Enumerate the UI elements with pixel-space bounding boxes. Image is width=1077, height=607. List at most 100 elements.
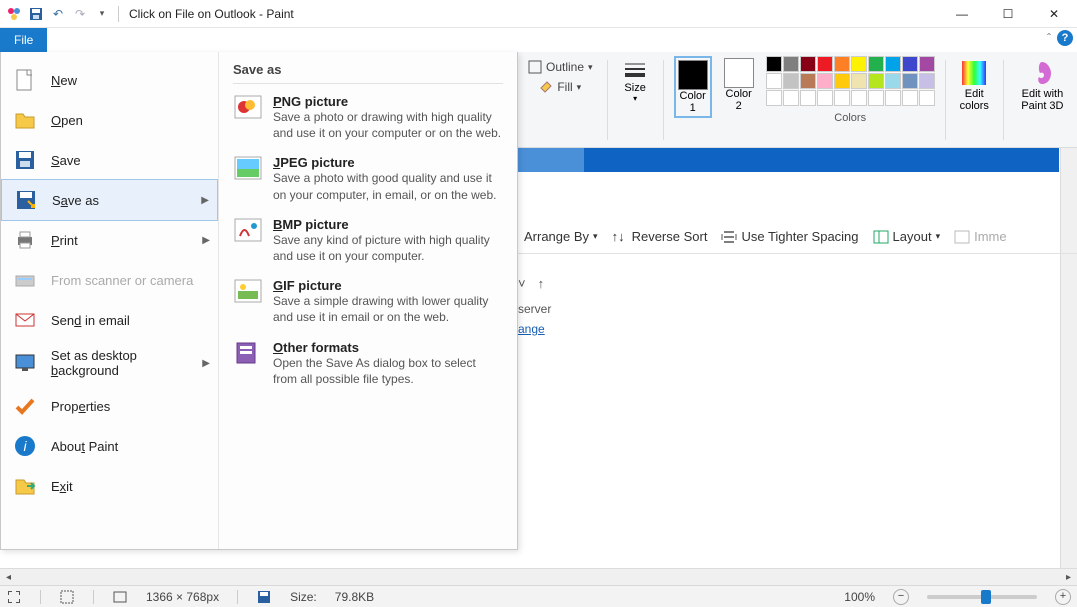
color-swatch[interactable] [800,56,816,72]
color-swatch[interactable] [868,73,884,89]
document-title-bar [518,148,1059,172]
file-menu-item-label: New [51,73,77,88]
color-swatch[interactable] [783,73,799,89]
window-title: Click on File on Outlook - Paint [129,7,294,21]
color-2-button[interactable]: Color 2 [720,56,758,114]
file-menu-item-label: Print [51,233,78,248]
layout-dropdown[interactable]: Layout▾ [873,229,941,245]
server-text: server [518,302,551,316]
mail-icon [11,308,39,332]
scroll-right-arrow[interactable]: ▸ [1060,569,1077,585]
reverse-sort-button[interactable]: ↑↓ Reverse Sort [612,229,708,245]
color-swatch[interactable] [783,56,799,72]
file-menu-save-as[interactable]: Save as▶ [1,179,218,221]
colors-group-label: Colors [834,112,866,124]
edit-with-paint-3d-button[interactable]: Edit with Paint 3D [1014,56,1071,114]
file-menu-item-label: Exit [51,479,73,494]
file-menu-properties[interactable]: Properties [1,386,218,426]
canvas-dimensions: 1366 × 768px [146,590,219,604]
color-swatch[interactable] [919,90,935,106]
color-swatch[interactable] [902,73,918,89]
color-swatch[interactable] [851,73,867,89]
outline-dropdown[interactable]: Outline ▾ [524,58,597,76]
file-size-value: 79.8KB [335,590,374,604]
sort-down-icon[interactable]: ˅ [518,276,526,291]
save-as-jpeg-picture[interactable]: JPEG pictureSave a photo with good quali… [233,155,503,202]
color-swatch[interactable] [868,90,884,106]
close-button[interactable]: ✕ [1031,0,1077,28]
zoom-out-button[interactable]: − [893,589,909,605]
scroll-left-arrow[interactable]: ◂ [0,569,17,585]
sort-up-icon[interactable]: ↑ [538,276,545,291]
color-swatch[interactable] [766,90,782,106]
maximize-button[interactable]: ☐ [985,0,1031,28]
color-swatch[interactable] [851,56,867,72]
file-menu-item-label: Open [51,113,83,128]
color-swatch[interactable] [766,73,782,89]
save-as-bmp-picture[interactable]: BMP pictureSave any kind of picture with… [233,217,503,264]
file-menu-about-paint[interactable]: iAbout Paint [1,426,218,466]
file-tab[interactable]: File [0,28,47,52]
vertical-scrollbar[interactable] [1060,148,1077,568]
color-1-button[interactable]: Color 1 [674,56,712,118]
color-swatch[interactable] [902,90,918,106]
color-palette[interactable] [766,56,935,106]
file-menu-new[interactable]: New [1,60,218,100]
minimize-button[interactable]: ― [939,0,985,28]
file-menu-item-label: Send in email [51,313,130,328]
color-swatch[interactable] [885,73,901,89]
save-as-other-formats[interactable]: Other formatsOpen the Save As dialog box… [233,340,503,387]
ribbon-collapse-icon[interactable]: ˆ [1047,31,1051,45]
color-swatch[interactable] [834,73,850,89]
qat-redo-icon[interactable]: ↷ [70,4,90,24]
fill-dropdown[interactable]: Fill ▾ [524,78,597,96]
immersive-button[interactable]: Imme [954,229,1007,245]
file-menu-item-label: Save [51,153,81,168]
file-menu-open[interactable]: Open [1,100,218,140]
save-option-desc: Save a simple drawing with lower quality… [273,293,503,325]
file-menu-save[interactable]: Save [1,140,218,180]
save-as-icon [12,188,40,212]
tighter-spacing-button[interactable]: Use Tighter Spacing [721,229,858,245]
color-swatch[interactable] [851,90,867,106]
color-swatch[interactable] [817,90,833,106]
file-menu-exit[interactable]: Exit [1,466,218,506]
properties-check-icon [11,394,39,418]
color-swatch[interactable] [885,56,901,72]
file-menu-item-label: Properties [51,399,110,414]
color-swatch[interactable] [868,56,884,72]
color-swatch[interactable] [834,56,850,72]
paint-app-icon [4,4,24,24]
color-swatch[interactable] [902,56,918,72]
color-swatch[interactable] [817,56,833,72]
zoom-in-button[interactable]: + [1055,589,1071,605]
qat-customize-icon[interactable]: ▾ [92,4,112,24]
edit-colors-button[interactable]: Edit colors [955,56,993,114]
qat-undo-icon[interactable]: ↶ [48,4,68,24]
zoom-slider[interactable] [927,595,1037,599]
selection-size-icon [59,589,75,605]
color-swatch[interactable] [919,73,935,89]
file-menu-send-in-email[interactable]: Send in email [1,300,218,340]
save-as-png-picture[interactable]: PNG pictureSave a photo or drawing with … [233,94,503,141]
size-dropdown[interactable]: Size ▾ [617,56,653,105]
save-as-gif-picture[interactable]: GIF pictureSave a simple drawing with lo… [233,278,503,325]
color-swatch[interactable] [919,56,935,72]
color-swatch[interactable] [800,73,816,89]
color-swatch[interactable] [885,90,901,106]
file-menu-print[interactable]: Print▶ [1,220,218,260]
help-icon[interactable]: ? [1057,30,1073,46]
arrange-by-dropdown[interactable]: Arrange By▾ [524,229,598,244]
open-folder-icon [11,108,39,132]
file-menu-item-label: Set as desktop background [51,348,208,378]
color-swatch[interactable] [783,90,799,106]
horizontal-scrollbar[interactable]: ◂ ▸ [0,568,1077,585]
qat-save-icon[interactable] [26,4,46,24]
color-swatch[interactable] [817,73,833,89]
change-link[interactable]: ange [518,322,551,336]
file-menu-set-as-desktop-background[interactable]: Set as desktop background▶ [1,340,218,386]
color-swatch[interactable] [800,90,816,106]
color-swatch[interactable] [834,90,850,106]
file-menu-item-label: About Paint [51,439,118,454]
color-swatch[interactable] [766,56,782,72]
